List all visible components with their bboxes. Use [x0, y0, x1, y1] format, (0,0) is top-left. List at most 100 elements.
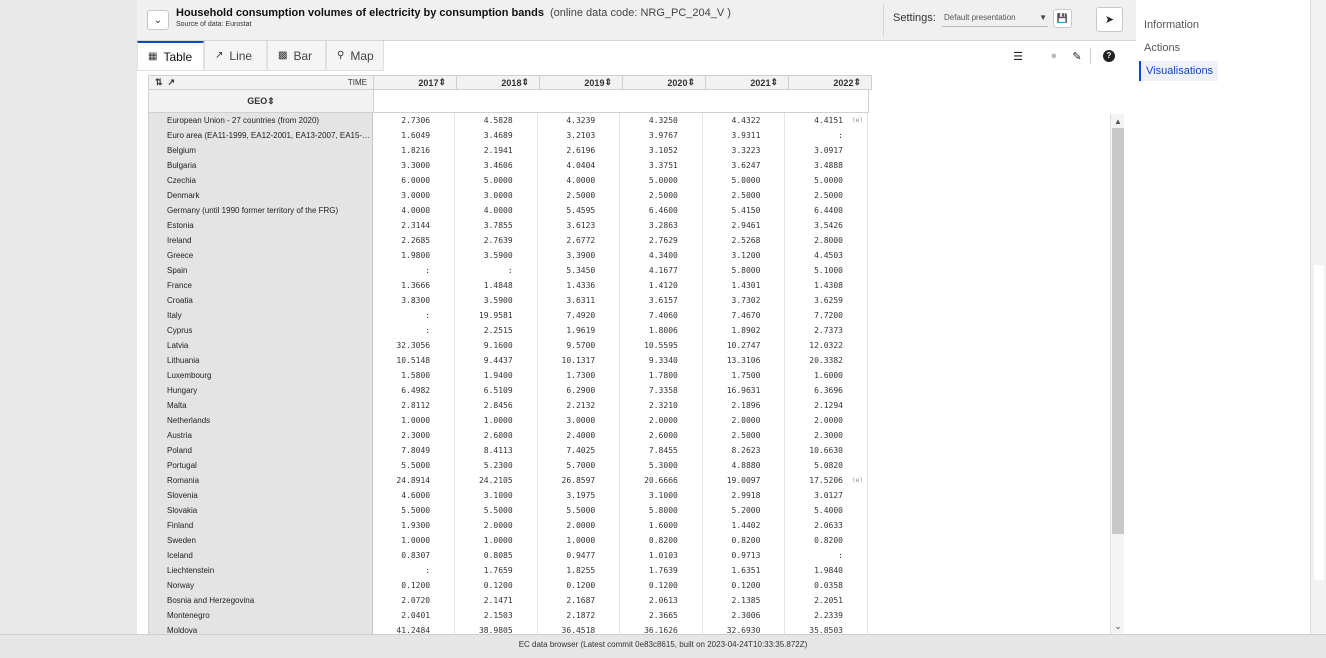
table-cell: 38.9805: [455, 623, 538, 634]
cell-value: 2.5000: [731, 191, 761, 200]
row-label[interactable]: Croatia: [148, 293, 373, 308]
year-header-2022[interactable]: 2022 ⇕: [789, 75, 872, 90]
table-row: Norway 0.1200 0.1200 0.1200 0.1200 0.1200 0.03…: [148, 578, 868, 593]
table-row: Bosnia and Herzegovina 2.0720 2.1471 2.1687…: [148, 593, 868, 608]
row-label[interactable]: Slovenia: [148, 488, 373, 503]
cell-value: 5.5000: [401, 461, 431, 470]
table-cell: 4.5828: [455, 113, 538, 128]
tab-line[interactable]: ↗ Line: [204, 41, 267, 71]
table-cell: 9.4437: [455, 353, 538, 368]
share-button[interactable]: ➤: [1096, 7, 1123, 32]
scroll-up-icon[interactable]: ▲: [1111, 114, 1125, 128]
settings-select[interactable]: Default presentation ▼: [942, 9, 1048, 27]
tab-map[interactable]: ⚲ Map: [326, 41, 384, 71]
year-header-2018[interactable]: 2018 ⇕: [457, 75, 540, 90]
row-label[interactable]: Greece: [148, 248, 373, 263]
filter-button[interactable]: ☰: [1010, 48, 1026, 64]
help-icon: ?: [1103, 50, 1115, 62]
row-label[interactable]: Luxembourg: [148, 368, 373, 383]
format-button[interactable]: ✎: [1069, 48, 1085, 64]
row-label[interactable]: Bulgaria: [148, 158, 373, 173]
help-button[interactable]: ?: [1101, 48, 1117, 64]
row-label[interactable]: Italy: [148, 308, 373, 323]
sort-arrows-icon: ⇕: [770, 77, 778, 87]
highlight-button[interactable]: ●: [1046, 48, 1062, 64]
row-label[interactable]: Iceland: [148, 548, 373, 563]
row-label[interactable]: France: [148, 278, 373, 293]
cell-value: 3.6311: [566, 296, 596, 305]
table-cell: 3.3751: [620, 158, 703, 173]
year-header-2017[interactable]: 2017 ⇕: [374, 75, 457, 90]
table-cell: 1.7500: [703, 368, 786, 383]
row-label[interactable]: Portugal: [148, 458, 373, 473]
row-label[interactable]: Latvia: [148, 338, 373, 353]
table-row: Bulgaria 3.3000 3.4606 4.0404 3.3751 3.6247 3.…: [148, 158, 868, 173]
floppy-disk-icon: 💾: [1056, 13, 1069, 23]
cell-value: 4.4151: [814, 116, 843, 125]
row-label[interactable]: Netherlands: [148, 413, 373, 428]
table-cell: 1.7659: [455, 563, 538, 578]
row-label[interactable]: Estonia: [148, 218, 373, 233]
cell-value: 5.7000: [566, 461, 596, 470]
sort-icon[interactable]: ⇅ ↗: [155, 77, 175, 88]
row-label[interactable]: Ireland: [148, 233, 373, 248]
row-label[interactable]: Belgium: [148, 143, 373, 158]
row-label[interactable]: Montenegro: [148, 608, 373, 623]
cell-value: 2.0720: [401, 596, 431, 605]
table-cell: 7.4920: [538, 308, 621, 323]
row-label[interactable]: Poland: [148, 443, 373, 458]
table-scrollbar[interactable]: ▲ ⌄: [1110, 114, 1124, 634]
cell-value: 5.8000: [731, 266, 761, 275]
cell-value: 2.0633: [814, 521, 843, 530]
row-label[interactable]: European Union - 27 countries (from 2020…: [148, 113, 373, 128]
table-cell: 6.4400: [785, 203, 868, 218]
row-label[interactable]: Moldova: [148, 623, 373, 634]
row-label[interactable]: Denmark: [148, 188, 373, 203]
row-label[interactable]: Bosnia and Herzegovina: [148, 593, 373, 608]
row-label[interactable]: Liechtenstein: [148, 563, 373, 578]
row-label[interactable]: Spain: [148, 263, 373, 278]
side-item-actions[interactable]: Actions: [1144, 42, 1180, 54]
table-cell: 5.5000: [373, 458, 456, 473]
year-header-2019[interactable]: 2019 ⇕: [540, 75, 623, 90]
cell-value: 1.9619: [566, 326, 596, 335]
side-item-visualisations[interactable]: Visualisations: [1139, 61, 1219, 81]
table-cell: 0.8200: [785, 533, 868, 548]
row-label[interactable]: Lithuania: [148, 353, 373, 368]
table-cell: 0.1200: [373, 578, 456, 593]
side-item-information[interactable]: Information: [1144, 19, 1199, 31]
row-label[interactable]: Romania: [148, 473, 373, 488]
scroll-down-icon[interactable]: ⌄: [1111, 618, 1125, 634]
row-label[interactable]: Finland: [148, 518, 373, 533]
cell-value: 5.2000: [731, 506, 761, 515]
footer: EC data browser (Latest commit 0e83c8615…: [0, 634, 1326, 658]
page-scrollbar-thumb[interactable]: [1314, 265, 1324, 580]
page-scrollbar[interactable]: [1310, 0, 1326, 634]
row-label[interactable]: Sweden: [148, 533, 373, 548]
row-label[interactable]: Malta: [148, 398, 373, 413]
year-header-2020[interactable]: 2020 ⇕: [623, 75, 706, 90]
geo-header[interactable]: GEO ⇕: [148, 90, 374, 113]
tab-bar[interactable]: ▩ Bar: [267, 41, 326, 71]
table-cell: 7.3358: [620, 383, 703, 398]
table-cell: 3.6311: [538, 293, 621, 308]
row-label[interactable]: Czechia: [148, 173, 373, 188]
cell-value: 7.3358: [648, 386, 678, 395]
bar-chart-icon: ▩: [278, 50, 288, 61]
sort-arrows-icon: ⇕: [853, 77, 861, 87]
tab-table[interactable]: ▦ Table: [137, 41, 204, 71]
cell-value: 2.0000: [814, 416, 843, 425]
row-label[interactable]: Cyprus: [148, 323, 373, 338]
year-header-2021[interactable]: 2021 ⇕: [706, 75, 789, 90]
cell-value: 36.4518: [561, 626, 596, 634]
collapse-button[interactable]: ⌄: [147, 10, 169, 30]
row-label[interactable]: Slovakia: [148, 503, 373, 518]
row-label[interactable]: Germany (until 1990 former territory of …: [148, 203, 373, 218]
row-label[interactable]: Euro area (EA11-1999, EA12-2001, EA13-20…: [148, 128, 373, 143]
scrollbar-thumb[interactable]: [1112, 128, 1124, 534]
cell-value: 5.0000: [483, 176, 513, 185]
row-label[interactable]: Austria: [148, 428, 373, 443]
row-label[interactable]: Hungary: [148, 383, 373, 398]
save-button[interactable]: 💾: [1053, 9, 1072, 28]
row-label[interactable]: Norway: [148, 578, 373, 593]
